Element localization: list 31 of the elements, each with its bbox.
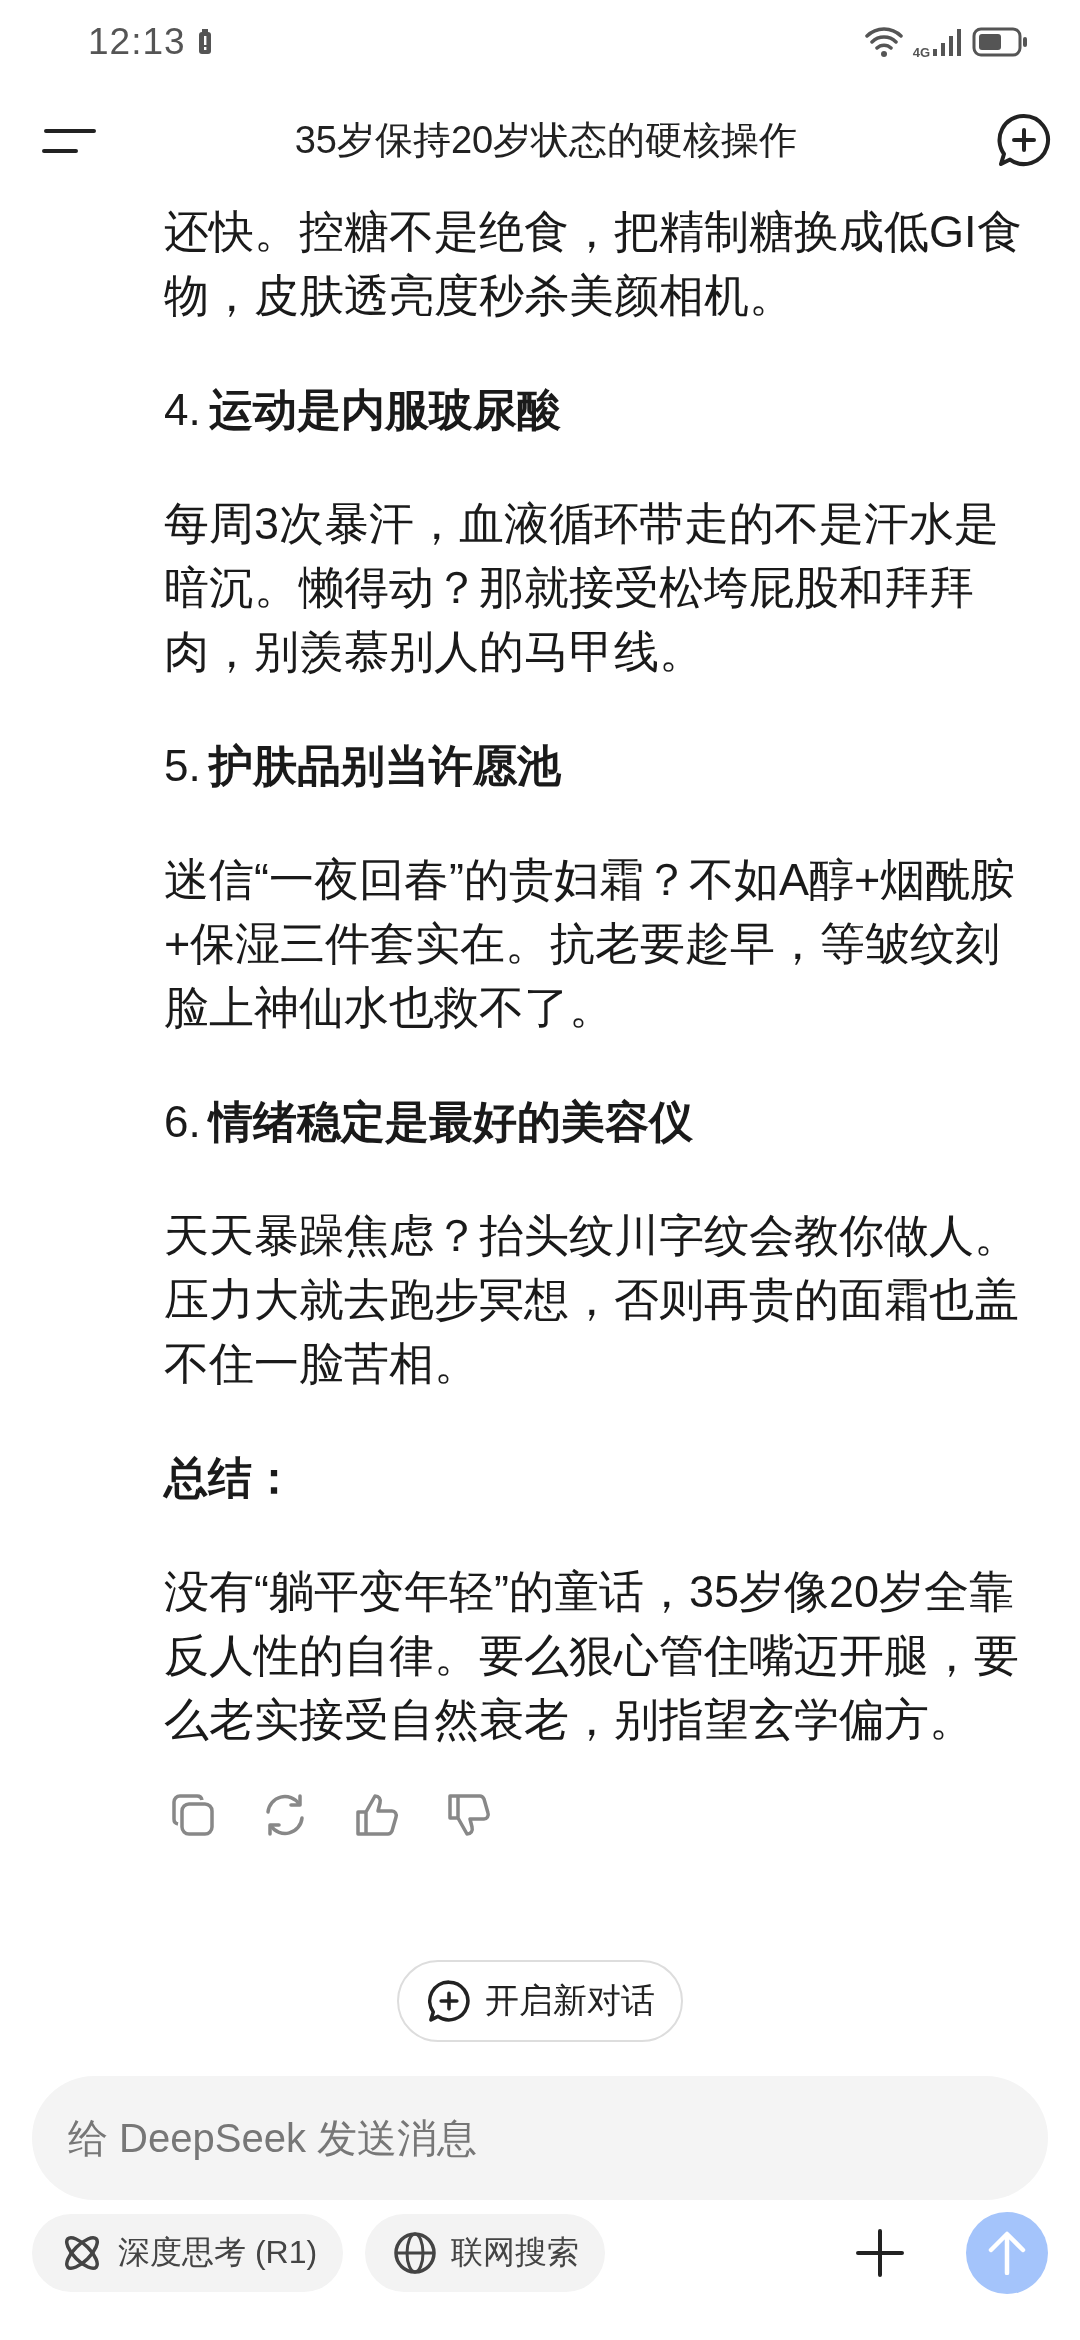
battery-icon bbox=[972, 27, 1028, 57]
mode-toggle[interactable]: 深度思考 (R1) bbox=[32, 2214, 344, 2292]
message-paragraph: 还快。控糖不是绝食，把精制糖换成低GI食物，皮肤透亮度秒杀美颜相机。 bbox=[164, 205, 1023, 323]
new-chat-icon bbox=[427, 1979, 471, 2023]
arrow-up-icon bbox=[987, 2231, 1027, 2275]
list-number: 6. bbox=[164, 1096, 201, 1148]
section-heading: 护肤品别当许愿池 bbox=[208, 740, 561, 792]
list-number: 4. bbox=[164, 384, 201, 436]
message-paragraph: 没有“躺平变年轻”的童话，35岁像20岁全靠反人性的自律。要么狠心管住嘴迈开腿，要么老实接受自然衰老，别指望玄学偏方。 bbox=[164, 1565, 1020, 1747]
network-type: 4G bbox=[912, 44, 930, 60]
mode-toggle[interactable]: 联网搜索 bbox=[365, 2214, 606, 2292]
message-paragraph: 天天暴躁焦虑？抬头纹川字纹会教你做人。压力大就去跑步冥想，否则再贵的面霜也盖不住一脸苦相。 bbox=[164, 1209, 1020, 1391]
message-paragraph: 迷信“一夜回春”的贵妇霜？不如A醇+烟酰胺+保湿三件套实在。抗老要趁早，等皱纹刻脸上神仙水也救不了。 bbox=[164, 853, 1017, 1035]
globe-icon bbox=[393, 2231, 438, 2275]
battery-alert-icon bbox=[197, 29, 212, 55]
list-number: 5. bbox=[164, 740, 201, 792]
signal-icon bbox=[932, 27, 962, 57]
new-chat-button[interactable]: 开启新对话 bbox=[397, 1960, 683, 2042]
add-icon[interactable] bbox=[856, 2229, 904, 2277]
section-heading: 情绪稳定是最好的美容仪 bbox=[208, 1096, 693, 1148]
copy-icon[interactable] bbox=[170, 1792, 216, 1838]
section-heading: 总结： bbox=[164, 1452, 296, 1504]
section-heading: 运动是内服玻尿酸 bbox=[208, 384, 561, 436]
chat-title: 35岁保持20岁状态的硬核操作 bbox=[293, 117, 799, 163]
thumbs-up-icon[interactable] bbox=[354, 1792, 400, 1838]
message-paragraph: 每周3次暴汗，血液循环带走的不是汗水是暗沉。懒得动？那就接受松垮屁股和拜拜肉，别羡慕别人的马甲线。 bbox=[164, 497, 1001, 679]
status-time: 12:13 bbox=[88, 21, 186, 63]
new-chat-icon[interactable] bbox=[996, 112, 1052, 168]
message-input[interactable]: 给 DeepSeek 发送消息 bbox=[32, 2076, 1048, 2200]
thumbs-down-icon[interactable] bbox=[446, 1792, 492, 1838]
wifi-icon bbox=[864, 26, 903, 58]
